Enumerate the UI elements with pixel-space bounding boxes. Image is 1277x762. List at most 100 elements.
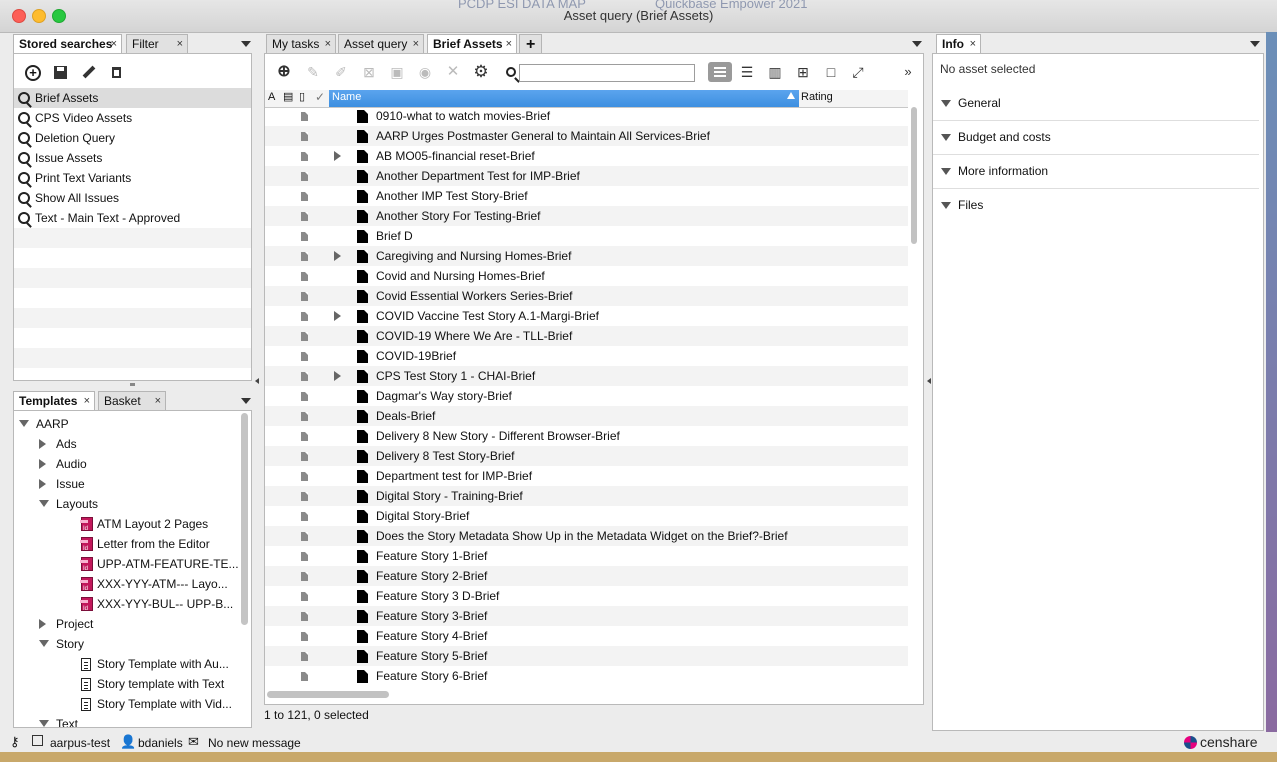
plus-circle-icon[interactable]: + [25, 65, 41, 81]
delete-x-icon[interactable]: ✕ [443, 62, 463, 82]
trash-icon[interactable] [112, 67, 121, 78]
tree-node[interactable]: Ads [14, 434, 251, 454]
list-view-button[interactable] [708, 62, 732, 82]
list-item[interactable]: Brief Assets [14, 88, 251, 108]
table-row[interactable]: Another Department Test for IMP-Brief [265, 166, 908, 186]
close-tab-icon[interactable]: × [155, 392, 161, 411]
col-header-name[interactable]: Name [329, 90, 799, 107]
section-general[interactable]: General [933, 87, 1259, 121]
expand-triangle-icon[interactable] [39, 500, 49, 507]
col-header-list[interactable]: ▤ [283, 90, 293, 103]
horizontal-scrollbar-thumb[interactable] [267, 691, 389, 698]
col-header-doc[interactable]: ▯ [299, 90, 305, 103]
expand-row-triangle-icon[interactable] [334, 151, 341, 161]
table-row[interactable]: Feature Story 3-Brief [265, 606, 908, 626]
list-item[interactable]: Issue Assets [14, 148, 251, 168]
panel-menu-chevron-down-icon[interactable] [912, 41, 922, 47]
list-item[interactable]: Deletion Query [14, 128, 251, 148]
tab-basket[interactable]: Basket × [98, 391, 166, 410]
collapse-left-panel-icon[interactable] [255, 378, 259, 384]
new-asset-plus-icon[interactable]: ⊕ [274, 62, 294, 82]
tab-info[interactable]: Info × [936, 34, 981, 53]
tab-asset-query[interactable]: Asset query × [338, 34, 424, 53]
columns-view-icon[interactable]: ▥ [765, 62, 785, 82]
col-header-type[interactable]: A [268, 91, 275, 103]
table-row[interactable]: Dagmar's Way story-Brief [265, 386, 908, 406]
table-row[interactable]: Covid and Nursing Homes-Brief [265, 266, 908, 286]
vertical-scrollbar-thumb[interactable] [911, 107, 917, 244]
edit-pencil-icon[interactable]: ✎ [303, 62, 323, 82]
table-row[interactable]: 0910-what to watch movies-Brief [265, 106, 908, 126]
add-tab-button[interactable]: + [519, 34, 542, 53]
tab-my-tasks[interactable]: My tasks × [266, 34, 336, 53]
splitter-handle[interactable] [130, 383, 135, 386]
tree-node[interactable]: Text [14, 714, 251, 727]
tab-brief-assets[interactable]: Brief Assets × [427, 34, 517, 53]
tree-node[interactable]: Id UPP-ATM-FEATURE-TE... [14, 554, 251, 574]
tree-node[interactable]: Story [14, 634, 251, 654]
expand-triangle-icon[interactable] [39, 720, 49, 727]
collapse-right-panel-icon[interactable] [927, 378, 931, 384]
table-row[interactable]: Does the Story Metadata Show Up in the M… [265, 526, 908, 546]
pencil-icon[interactable] [82, 65, 96, 79]
tree-node[interactable]: Id XXX-YYY-BUL-- UPP-B... [14, 594, 251, 614]
table-row[interactable]: COVID-19 Where We Are - TLL-Brief [265, 326, 908, 346]
search-input[interactable] [519, 64, 695, 82]
panel-menu-chevron-down-icon[interactable] [1250, 41, 1260, 47]
section-more-information[interactable]: More information [933, 155, 1259, 189]
col-header-check[interactable]: ✓ [315, 90, 325, 104]
expand-row-triangle-icon[interactable] [334, 251, 341, 261]
collapsed-triangle-icon[interactable] [39, 439, 46, 449]
list-item[interactable]: Print Text Variants [14, 168, 251, 188]
collapsed-triangle-icon[interactable] [39, 619, 46, 629]
table-row[interactable]: Deals-Brief [265, 406, 908, 426]
tree-node[interactable]: Audio [14, 454, 251, 474]
preview-eye-icon[interactable]: ◉ [415, 62, 435, 82]
tree-node[interactable]: Story Template with Vid... [14, 694, 251, 714]
table-row[interactable]: Digital Story - Training-Brief [265, 486, 908, 506]
tree-node[interactable]: Story Template with Au... [14, 654, 251, 674]
list-item[interactable]: Show All Issues [14, 188, 251, 208]
edit-properties-icon[interactable]: ✐ [331, 62, 351, 82]
table-row[interactable]: Feature Story 6-Brief [265, 666, 908, 686]
list-item[interactable]: Text - Main Text - Approved [14, 208, 251, 228]
table-row[interactable]: COVID Vaccine Test Story A.1-Margi-Brief [265, 306, 908, 326]
table-row[interactable]: AARP Urges Postmaster General to Maintai… [265, 126, 908, 146]
collapsed-triangle-icon[interactable] [39, 479, 46, 489]
list-item[interactable]: CPS Video Assets [14, 108, 251, 128]
table-row[interactable]: Feature Story 3 D-Brief [265, 586, 908, 606]
table-row[interactable]: Delivery 8 New Story - Different Browser… [265, 426, 908, 446]
section-files[interactable]: Files [933, 189, 1259, 222]
table-row[interactable]: Feature Story 2-Brief [265, 566, 908, 586]
tree-node[interactable]: Issue [14, 474, 251, 494]
save-icon[interactable]: ▣ [387, 62, 407, 82]
close-tab-icon[interactable]: × [111, 35, 117, 54]
table-row[interactable]: Feature Story 1-Brief [265, 546, 908, 566]
table-row[interactable]: Covid Essential Workers Series-Brief [265, 286, 908, 306]
save-icon[interactable] [54, 66, 67, 79]
single-view-icon[interactable]: □ [821, 62, 841, 82]
panel-menu-chevron-down-icon[interactable] [241, 41, 251, 47]
tree-node[interactable]: Id ATM Layout 2 Pages [14, 514, 251, 534]
tree-node[interactable]: Project [14, 614, 251, 634]
close-tab-icon[interactable]: × [413, 35, 419, 54]
tree-node[interactable]: AARP [14, 414, 251, 434]
expand-triangle-icon[interactable] [39, 640, 49, 647]
tree-node[interactable]: Id XXX-YYY-ATM--- Layo... [14, 574, 251, 594]
toolbar-overflow-icon[interactable]: » [898, 62, 918, 82]
settings-gear-icon[interactable]: ⚙ [471, 62, 491, 82]
tree-node[interactable]: Layouts [14, 494, 251, 514]
close-tab-icon[interactable]: × [84, 392, 90, 411]
panel-menu-chevron-down-icon[interactable] [241, 398, 251, 404]
tree-node[interactable]: Id Letter from the Editor [14, 534, 251, 554]
expand-triangle-icon[interactable] [19, 420, 29, 427]
collapsed-triangle-icon[interactable] [39, 459, 46, 469]
tab-templates[interactable]: Templates × [13, 391, 95, 410]
table-row[interactable]: Delivery 8 Test Story-Brief [265, 446, 908, 466]
table-row[interactable]: Brief D [265, 226, 908, 246]
table-row[interactable]: Feature Story 4-Brief [265, 626, 908, 646]
close-tab-icon[interactable]: × [970, 35, 976, 54]
expand-row-triangle-icon[interactable] [334, 311, 341, 321]
table-row[interactable]: Feature Story 5-Brief [265, 646, 908, 666]
table-row[interactable]: Another Story For Testing-Brief [265, 206, 908, 226]
